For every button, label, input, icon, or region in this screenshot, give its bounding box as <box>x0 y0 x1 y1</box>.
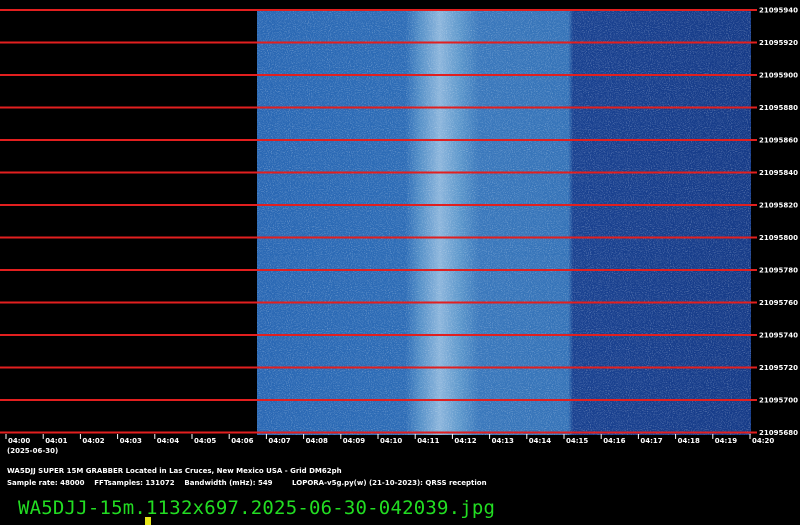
time-label: 04:12 <box>454 437 476 445</box>
time-label: 04:16 <box>603 437 625 445</box>
frequency-label: 21095780 <box>759 267 798 275</box>
grabber-image: 21095940 21095920 21095900 21095880 21095860… <box>0 0 800 525</box>
frequency-label: 21095800 <box>759 234 798 242</box>
time-label: 04:18 <box>678 437 700 445</box>
frequency-label: 21095720 <box>759 364 798 372</box>
time-label: 04:13 <box>492 437 514 445</box>
time-label: 04:20 <box>752 437 774 445</box>
time-label: 04:06 <box>231 437 253 445</box>
filename-caption: WA5DJJ-15m.1132x697.2025-06-30-042039.jp… <box>18 497 496 519</box>
time-axis: 04:00 04:01 04:02 04:03 04:04 04:05 04:06 04:07… <box>5 434 774 455</box>
time-label: 04:17 <box>640 437 662 445</box>
waterfall-plot: 21095940 21095920 21095900 21095880 21095860… <box>0 7 798 455</box>
text-cursor <box>145 517 151 525</box>
frequency-label: 21095940 <box>759 7 798 15</box>
frequency-label: 21095880 <box>759 104 798 112</box>
frequency-label: 21095700 <box>759 397 798 405</box>
time-label: 04:03 <box>120 437 142 445</box>
date-label: (2025-06-30) <box>7 447 58 455</box>
time-label: 04:14 <box>529 437 551 445</box>
frequency-label: 21095920 <box>759 39 798 47</box>
time-label: 04:02 <box>82 437 104 445</box>
frequency-label: 21095840 <box>759 169 798 177</box>
time-label: 04:11 <box>417 437 439 445</box>
frequency-label: 21095760 <box>759 299 798 307</box>
time-label: 04:15 <box>566 437 588 445</box>
reception-parameters: Sample rate: 48000 FFTsamples: 131072 Ba… <box>7 479 487 487</box>
station-info: WA5DJJ SUPER 15M GRABBER Located in Las … <box>7 467 342 475</box>
time-label: 04:19 <box>715 437 737 445</box>
time-label: 04:07 <box>268 437 290 445</box>
time-label: 04:04 <box>157 437 179 445</box>
time-label: 04:01 <box>45 437 67 445</box>
waterfall-spectrogram <box>257 10 751 435</box>
frequency-label: 21095900 <box>759 72 798 80</box>
time-label: 04:09 <box>343 437 365 445</box>
time-label: 04:05 <box>194 437 216 445</box>
frequency-axis: 21095940 21095920 21095900 21095880 21095860… <box>759 7 798 438</box>
frequency-label: 21095820 <box>759 202 798 210</box>
frequency-label: 21095860 <box>759 137 798 145</box>
frequency-label: 21095680 <box>759 429 798 437</box>
time-label: 04:10 <box>380 437 402 445</box>
frequency-label: 21095740 <box>759 332 798 340</box>
time-label: 04:08 <box>306 437 328 445</box>
time-label: 04:00 <box>8 437 30 445</box>
